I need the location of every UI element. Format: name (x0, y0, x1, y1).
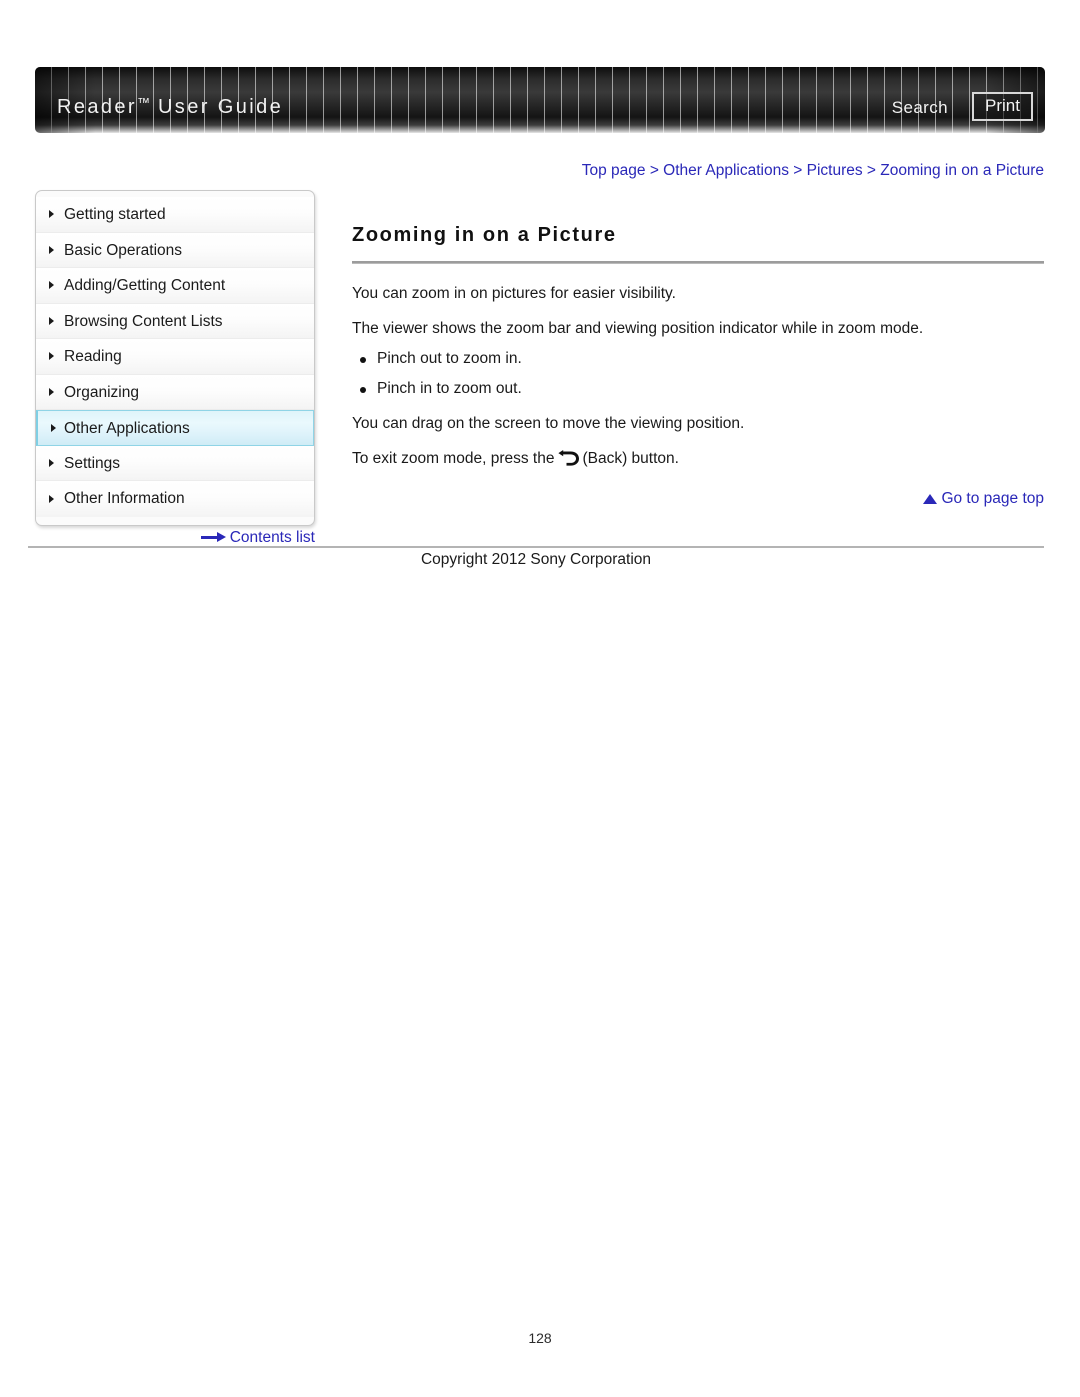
sidebar-item-other-applications[interactable]: Other Applications (36, 410, 314, 446)
sidebar-item-label: Basic Operations (64, 241, 183, 259)
chevron-right-icon (49, 494, 54, 503)
exit-zoom-text-before: To exit zoom mode, press the (352, 450, 555, 467)
chevron-right-icon (49, 352, 54, 361)
list-item: Pinch out to zoom in. (352, 350, 1044, 368)
header-banner: Reader™ User Guide Search Print (35, 67, 1045, 133)
search-button[interactable]: Search (892, 98, 948, 118)
sidebar-item-other-information[interactable]: Other Information (36, 481, 314, 517)
sidebar-item-organizing[interactable]: Organizing (36, 374, 314, 410)
sidebar-item-label: Other Information (64, 490, 185, 507)
app-title-suffix: User Guide (150, 96, 284, 118)
intro-paragraph-4: To exit zoom mode, press the (Back) butto… (352, 450, 1044, 468)
sidebar-item-label: Settings (64, 454, 121, 472)
exit-zoom-text-after: (Back) button. (582, 450, 679, 467)
contents-list-label: Contents list (229, 529, 315, 546)
copyright-text: Copyright 2012 Sony Corporation (420, 551, 652, 568)
sidebar-nav: Getting started Basic Operations Adding/… (35, 190, 315, 526)
bullet-icon (360, 387, 366, 393)
page-number: 128 (528, 1330, 552, 1346)
chevron-right-icon (49, 316, 54, 325)
go-to-page-top-link[interactable]: Go to page top (352, 490, 1044, 508)
sidebar-item-label: Other Applications (64, 420, 190, 437)
intro-paragraph-3: You can drag on the screen to move the v… (352, 415, 745, 432)
intro-paragraph-1: You can zoom in on pictures for easier v… (352, 285, 676, 302)
chevron-right-icon (49, 281, 54, 290)
chevron-right-icon (49, 245, 54, 254)
sidebar-item-label: Adding/Getting Content (64, 277, 226, 294)
print-button[interactable]: Print (972, 92, 1033, 121)
chevron-right-icon (49, 387, 54, 396)
sidebar-item-settings[interactable]: Settings (36, 445, 314, 481)
arrow-right-icon (200, 532, 227, 542)
page-title: Zooming in on a Picture (352, 224, 617, 246)
intro-paragraph-2: The viewer shows the zoom bar and viewin… (352, 320, 924, 337)
chevron-right-icon (51, 423, 56, 432)
list-item-label: Pinch in to zoom out. (377, 380, 522, 397)
app-title: Reader™ User Guide (57, 95, 283, 119)
bullet-icon (360, 357, 366, 363)
main-content: Zooming in on a Picture You can zoom in … (352, 190, 1044, 508)
trademark-symbol: ™ (137, 95, 150, 110)
go-to-page-top-label: Go to page top (941, 490, 1044, 507)
sidebar-item-basic-operations[interactable]: Basic Operations (36, 232, 314, 268)
sidebar-item-browsing-content-lists[interactable]: Browsing Content Lists (36, 303, 314, 339)
app-title-text: Reader (57, 96, 137, 118)
breadcrumb[interactable]: Top page > Other Applications > Pictures… (0, 162, 1044, 180)
triangle-up-icon (923, 494, 938, 504)
sidebar-item-getting-started[interactable]: Getting started (36, 197, 314, 233)
sidebar-item-label: Reading (64, 348, 122, 365)
sidebar-item-label: Organizing (64, 383, 139, 401)
list-item: Pinch in to zoom out. (352, 380, 1044, 398)
footer-divider (28, 546, 1044, 548)
sidebar-item-reading[interactable]: Reading (36, 339, 314, 375)
sidebar-item-adding-getting-content[interactable]: Adding/Getting Content (36, 268, 314, 304)
list-item-label: Pinch out to zoom in. (377, 350, 522, 367)
sidebar-item-label: Browsing Content Lists (64, 312, 223, 330)
chevron-right-icon (49, 458, 54, 467)
contents-list-link[interactable]: Contents list (35, 529, 315, 547)
back-button-icon (558, 450, 580, 466)
chevron-right-icon (49, 210, 54, 219)
title-divider (352, 261, 1044, 264)
sidebar-item-label: Getting started (64, 206, 166, 223)
